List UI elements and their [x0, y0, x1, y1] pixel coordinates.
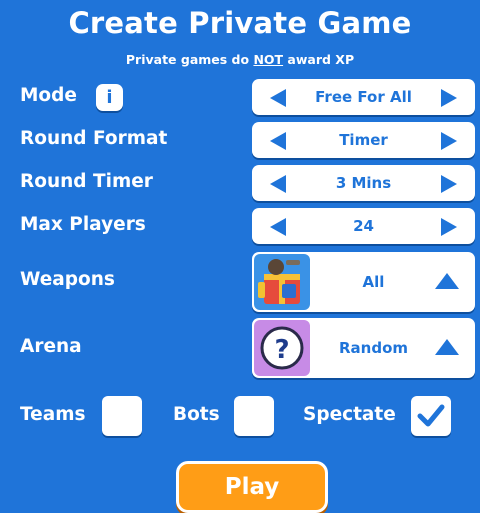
bots-checkbox[interactable] [234, 396, 274, 436]
weapons-crate-icon [254, 254, 310, 310]
mode-selector: Free For All [252, 79, 475, 115]
round-timer-next-arrow-icon[interactable] [441, 175, 457, 193]
round-format-value: Timer [339, 131, 388, 149]
page-title: Create Private Game [68, 6, 412, 40]
max-players-label: Max Players [20, 214, 146, 235]
bots-label: Bots [173, 404, 220, 425]
arena-label: Arena [20, 336, 82, 357]
round-timer-prev-arrow-icon[interactable] [270, 175, 286, 193]
weapons-value: All [362, 273, 385, 291]
xp-notice-emphasis: NOT [253, 52, 284, 67]
teams-checkbox[interactable] [102, 396, 142, 436]
xp-notice-pre: Private games do [125, 52, 254, 67]
round-format-label: Round Format [20, 128, 168, 149]
max-players-selector: 24 [252, 208, 475, 244]
arena-expand-arrow-icon[interactable] [435, 339, 459, 355]
max-players-prev-arrow-icon[interactable] [270, 218, 286, 236]
round-timer-value: 3 Mins [335, 174, 392, 192]
max-players-value: 24 [353, 217, 374, 235]
weapons-selector[interactable]: All [252, 252, 475, 312]
mode-info-button[interactable]: i [96, 84, 123, 111]
svg-text:?: ? [274, 335, 289, 365]
question-mark-icon: ? [254, 320, 310, 376]
round-timer-label: Round Timer [20, 171, 153, 192]
mode-next-arrow-icon[interactable] [441, 89, 457, 107]
mode-label: Mode [20, 85, 77, 106]
spectate-label: Spectate [303, 404, 396, 425]
round-format-selector: Timer [252, 122, 475, 158]
teams-label: Teams [20, 404, 86, 425]
arena-selector[interactable]: ? Random [252, 318, 475, 378]
round-timer-selector: 3 Mins [252, 165, 475, 201]
mode-value: Free For All [315, 88, 412, 106]
weapons-expand-arrow-icon[interactable] [435, 273, 459, 289]
play-button[interactable]: Play [176, 461, 328, 513]
round-format-prev-arrow-icon[interactable] [270, 132, 286, 150]
spectate-checkbox[interactable] [411, 396, 451, 436]
weapons-label: Weapons [20, 269, 115, 290]
xp-notice-post: award XP [283, 52, 355, 67]
arena-value: Random [338, 339, 409, 357]
xp-notice: Private games do NOT award XP [0, 52, 480, 67]
round-format-next-arrow-icon[interactable] [441, 132, 457, 150]
checkmark-icon [417, 404, 445, 427]
mode-prev-arrow-icon[interactable] [270, 89, 286, 107]
max-players-next-arrow-icon[interactable] [441, 218, 457, 236]
